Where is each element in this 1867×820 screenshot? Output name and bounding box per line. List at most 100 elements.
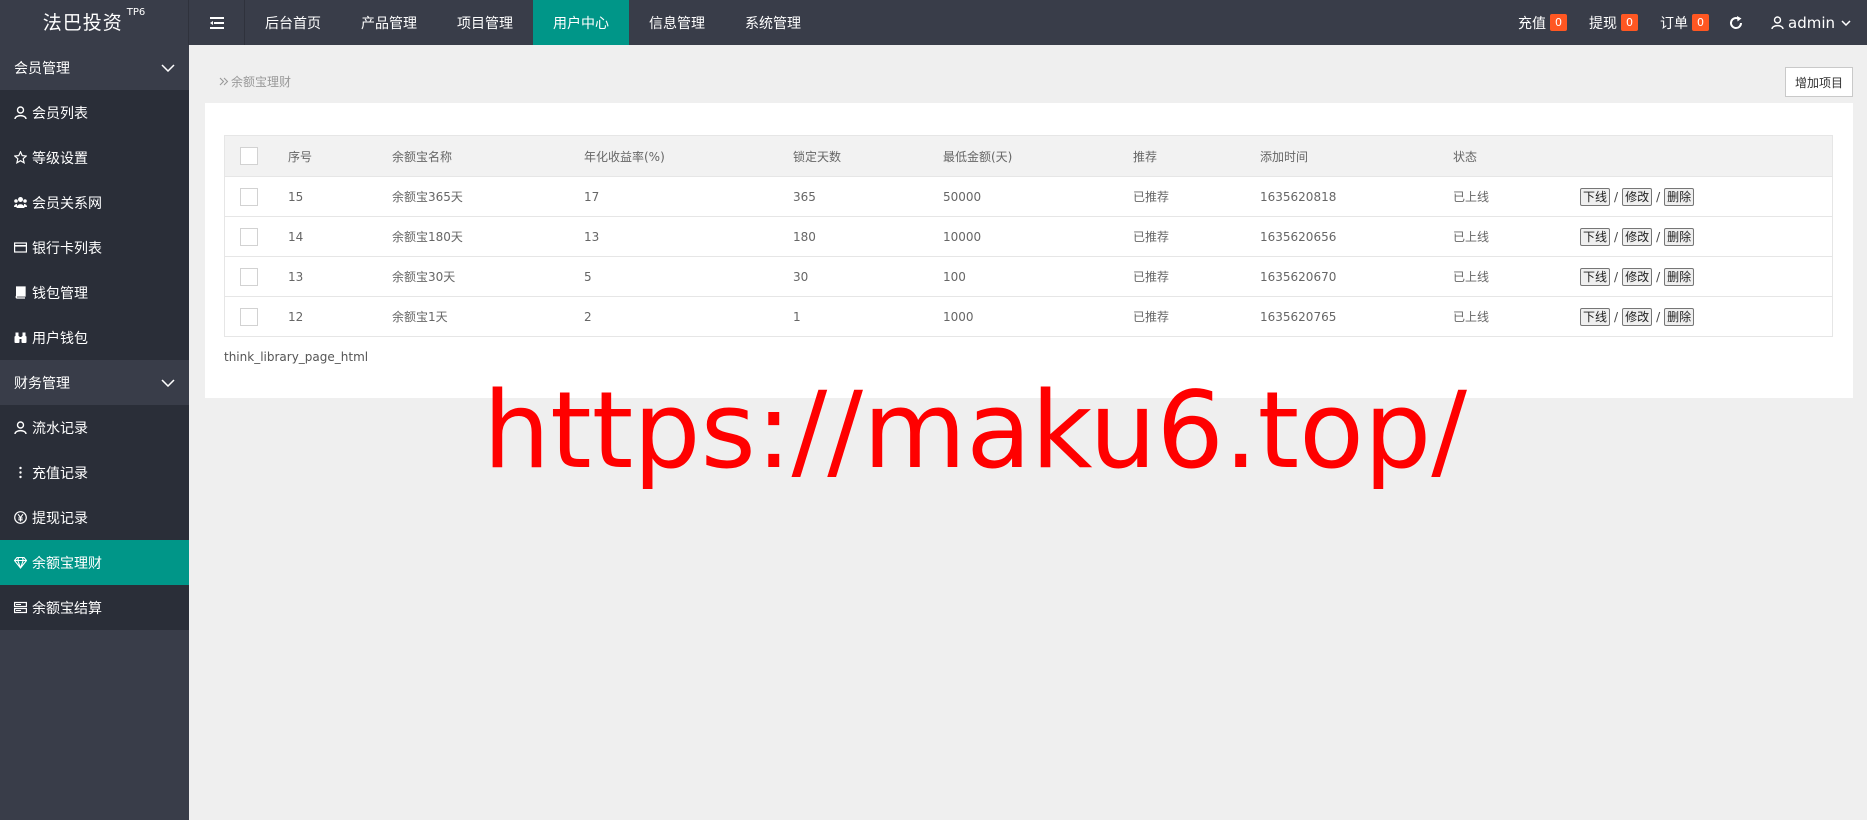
column-header[interactable]: 年化收益率(%) — [584, 148, 793, 165]
column-header[interactable]: 最低金额(天) — [943, 148, 1133, 165]
nav-item-system[interactable]: 系统管理 — [725, 0, 821, 45]
add-project-button[interactable]: 增加项目 — [1784, 67, 1853, 97]
row-checkbox[interactable] — [240, 267, 258, 286]
nav-item-info[interactable]: 信息管理 — [629, 0, 725, 45]
sidebar-item-label: 等级设置 — [32, 150, 88, 167]
nav-item-home[interactable]: 后台首页 — [245, 0, 341, 45]
offline-button[interactable]: 下线 — [1580, 187, 1611, 206]
cell-id: 15 — [288, 189, 304, 204]
top-bar: 法巴投资 TP6 后台首页 产品管理 项目管理 用户中心 信息管理 系统管理 充… — [0, 0, 1867, 45]
cell-added-time: 1635620656 — [1260, 229, 1337, 244]
cell-name: 余额宝1天 — [392, 310, 448, 324]
chevron-down-icon — [161, 63, 175, 72]
sidebar-item-yuebao-finance[interactable]: 余额宝理财 — [0, 540, 189, 585]
sidebar-item-label: 提现记录 — [32, 510, 88, 527]
offline-button[interactable]: 下线 — [1580, 307, 1611, 326]
edit-button[interactable]: 修改 — [1622, 187, 1653, 206]
sidebar-item-recharge-records[interactable]: 充值记录 — [0, 450, 189, 495]
cell-recommend: 已推荐 — [1133, 270, 1170, 284]
row-checkbox[interactable] — [240, 307, 258, 326]
recharge-link[interactable]: 充值 0 — [1518, 13, 1567, 33]
star-icon — [14, 151, 27, 164]
cell-recommend: 已推荐 — [1133, 310, 1170, 324]
sidebar-item-label: 流水记录 — [32, 420, 88, 437]
delete-button[interactable]: 删除 — [1664, 307, 1695, 326]
cell-rate: 13 — [584, 229, 600, 244]
cell-id: 12 — [288, 309, 304, 324]
column-header[interactable]: 锁定天数 — [793, 148, 943, 165]
edit-button[interactable]: 修改 — [1622, 267, 1653, 286]
cell-added-time: 1635620765 — [1260, 309, 1337, 324]
withdraw-link[interactable]: 提现 0 — [1589, 13, 1638, 33]
sidebar-item-yuebao-settlement[interactable]: 余额宝结算 — [0, 585, 189, 630]
pagination-placeholder: think_library_page_html — [224, 350, 369, 364]
column-header[interactable]: 余额宝名称 — [392, 148, 584, 165]
row-checkbox[interactable] — [240, 227, 258, 246]
order-badge: 0 — [1692, 14, 1709, 31]
users-icon — [14, 197, 27, 208]
card-icon — [14, 242, 27, 253]
column-header[interactable]: 推荐 — [1133, 148, 1260, 165]
select-all-checkbox[interactable] — [240, 147, 258, 165]
sidebar: 会员管理 会员列表 等级设置 会员关系网 银行卡列表 钱包管理 用户钱包 财务管… — [0, 45, 189, 820]
nav-item-products[interactable]: 产品管理 — [341, 0, 437, 45]
cell-name: 余额宝365天 — [392, 190, 463, 204]
yen-circle-icon — [14, 511, 27, 524]
row-actions: 下线 / 修改 / 删除 — [1580, 187, 1800, 206]
app-version: TP6 — [126, 7, 146, 18]
refresh-icon — [1730, 15, 1743, 29]
table-row: 15 余额宝365天 17 365 50000 已推荐 1635620818 已… — [225, 176, 1832, 216]
column-header[interactable]: 状态 — [1453, 148, 1580, 165]
sidebar-item-label: 会员列表 — [32, 105, 88, 122]
table-panel: 序号 余额宝名称 年化收益率(%) 锁定天数 最低金额(天) 推荐 添加时间 状… — [205, 103, 1853, 398]
nav-item-projects[interactable]: 项目管理 — [437, 0, 533, 45]
cell-lock-days: 1 — [793, 309, 801, 324]
sidebar-item-label: 会员关系网 — [32, 195, 102, 212]
chevron-down-icon — [1841, 19, 1851, 26]
column-header[interactable]: 序号 — [288, 148, 392, 165]
cell-rate: 5 — [584, 269, 592, 284]
cell-name: 余额宝30天 — [392, 270, 456, 284]
separator: / — [1614, 269, 1619, 284]
separator: / — [1656, 189, 1661, 204]
separator: / — [1656, 229, 1661, 244]
cell-min-amount: 100 — [943, 269, 966, 284]
cell-lock-days: 30 — [793, 269, 809, 284]
book-icon — [15, 286, 26, 299]
sidebar-item-member-list[interactable]: 会员列表 — [0, 90, 189, 135]
sidebar-item-level-settings[interactable]: 等级设置 — [0, 135, 189, 180]
double-chevron-right-icon — [219, 77, 229, 86]
delete-button[interactable]: 删除 — [1664, 227, 1695, 246]
row-checkbox[interactable] — [240, 187, 258, 206]
watermark-url: https://maku6.top/ — [483, 369, 1468, 492]
cell-name: 余额宝180天 — [392, 230, 463, 244]
refresh-button[interactable] — [1729, 15, 1743, 30]
sidebar-group-label: 财务管理 — [14, 375, 70, 392]
menu-toggle-button[interactable] — [189, 0, 245, 45]
offline-button[interactable]: 下线 — [1580, 227, 1611, 246]
cell-recommend: 已推荐 — [1133, 230, 1170, 244]
order-link[interactable]: 订单 0 — [1660, 13, 1709, 33]
sidebar-item-user-wallet[interactable]: 用户钱包 — [0, 315, 189, 360]
sidebar-item-member-network[interactable]: 会员关系网 — [0, 180, 189, 225]
delete-button[interactable]: 删除 — [1664, 187, 1695, 206]
offline-button[interactable]: 下线 — [1580, 267, 1611, 286]
sidebar-item-wallet-management[interactable]: 钱包管理 — [0, 270, 189, 315]
user-menu[interactable]: admin — [1771, 14, 1855, 32]
sidebar-item-bank-cards[interactable]: 银行卡列表 — [0, 225, 189, 270]
sidebar-item-withdraw-records[interactable]: 提现记录 — [0, 495, 189, 540]
column-header[interactable]: 添加时间 — [1260, 148, 1453, 165]
delete-button[interactable]: 删除 — [1664, 267, 1695, 286]
cell-status: 已上线 — [1453, 230, 1490, 244]
edit-button[interactable]: 修改 — [1622, 227, 1653, 246]
sidebar-group-members[interactable]: 会员管理 — [0, 45, 189, 90]
cell-rate: 17 — [584, 189, 600, 204]
row-actions: 下线 / 修改 / 删除 — [1580, 267, 1800, 286]
edit-button[interactable]: 修改 — [1622, 307, 1653, 326]
cell-rate: 2 — [584, 309, 592, 324]
sidebar-group-finance[interactable]: 财务管理 — [0, 360, 189, 405]
binoculars-icon — [14, 332, 27, 343]
app-logo[interactable]: 法巴投资 TP6 — [0, 0, 189, 45]
nav-item-user-center[interactable]: 用户中心 — [533, 0, 629, 45]
sidebar-item-transactions[interactable]: 流水记录 — [0, 405, 189, 450]
